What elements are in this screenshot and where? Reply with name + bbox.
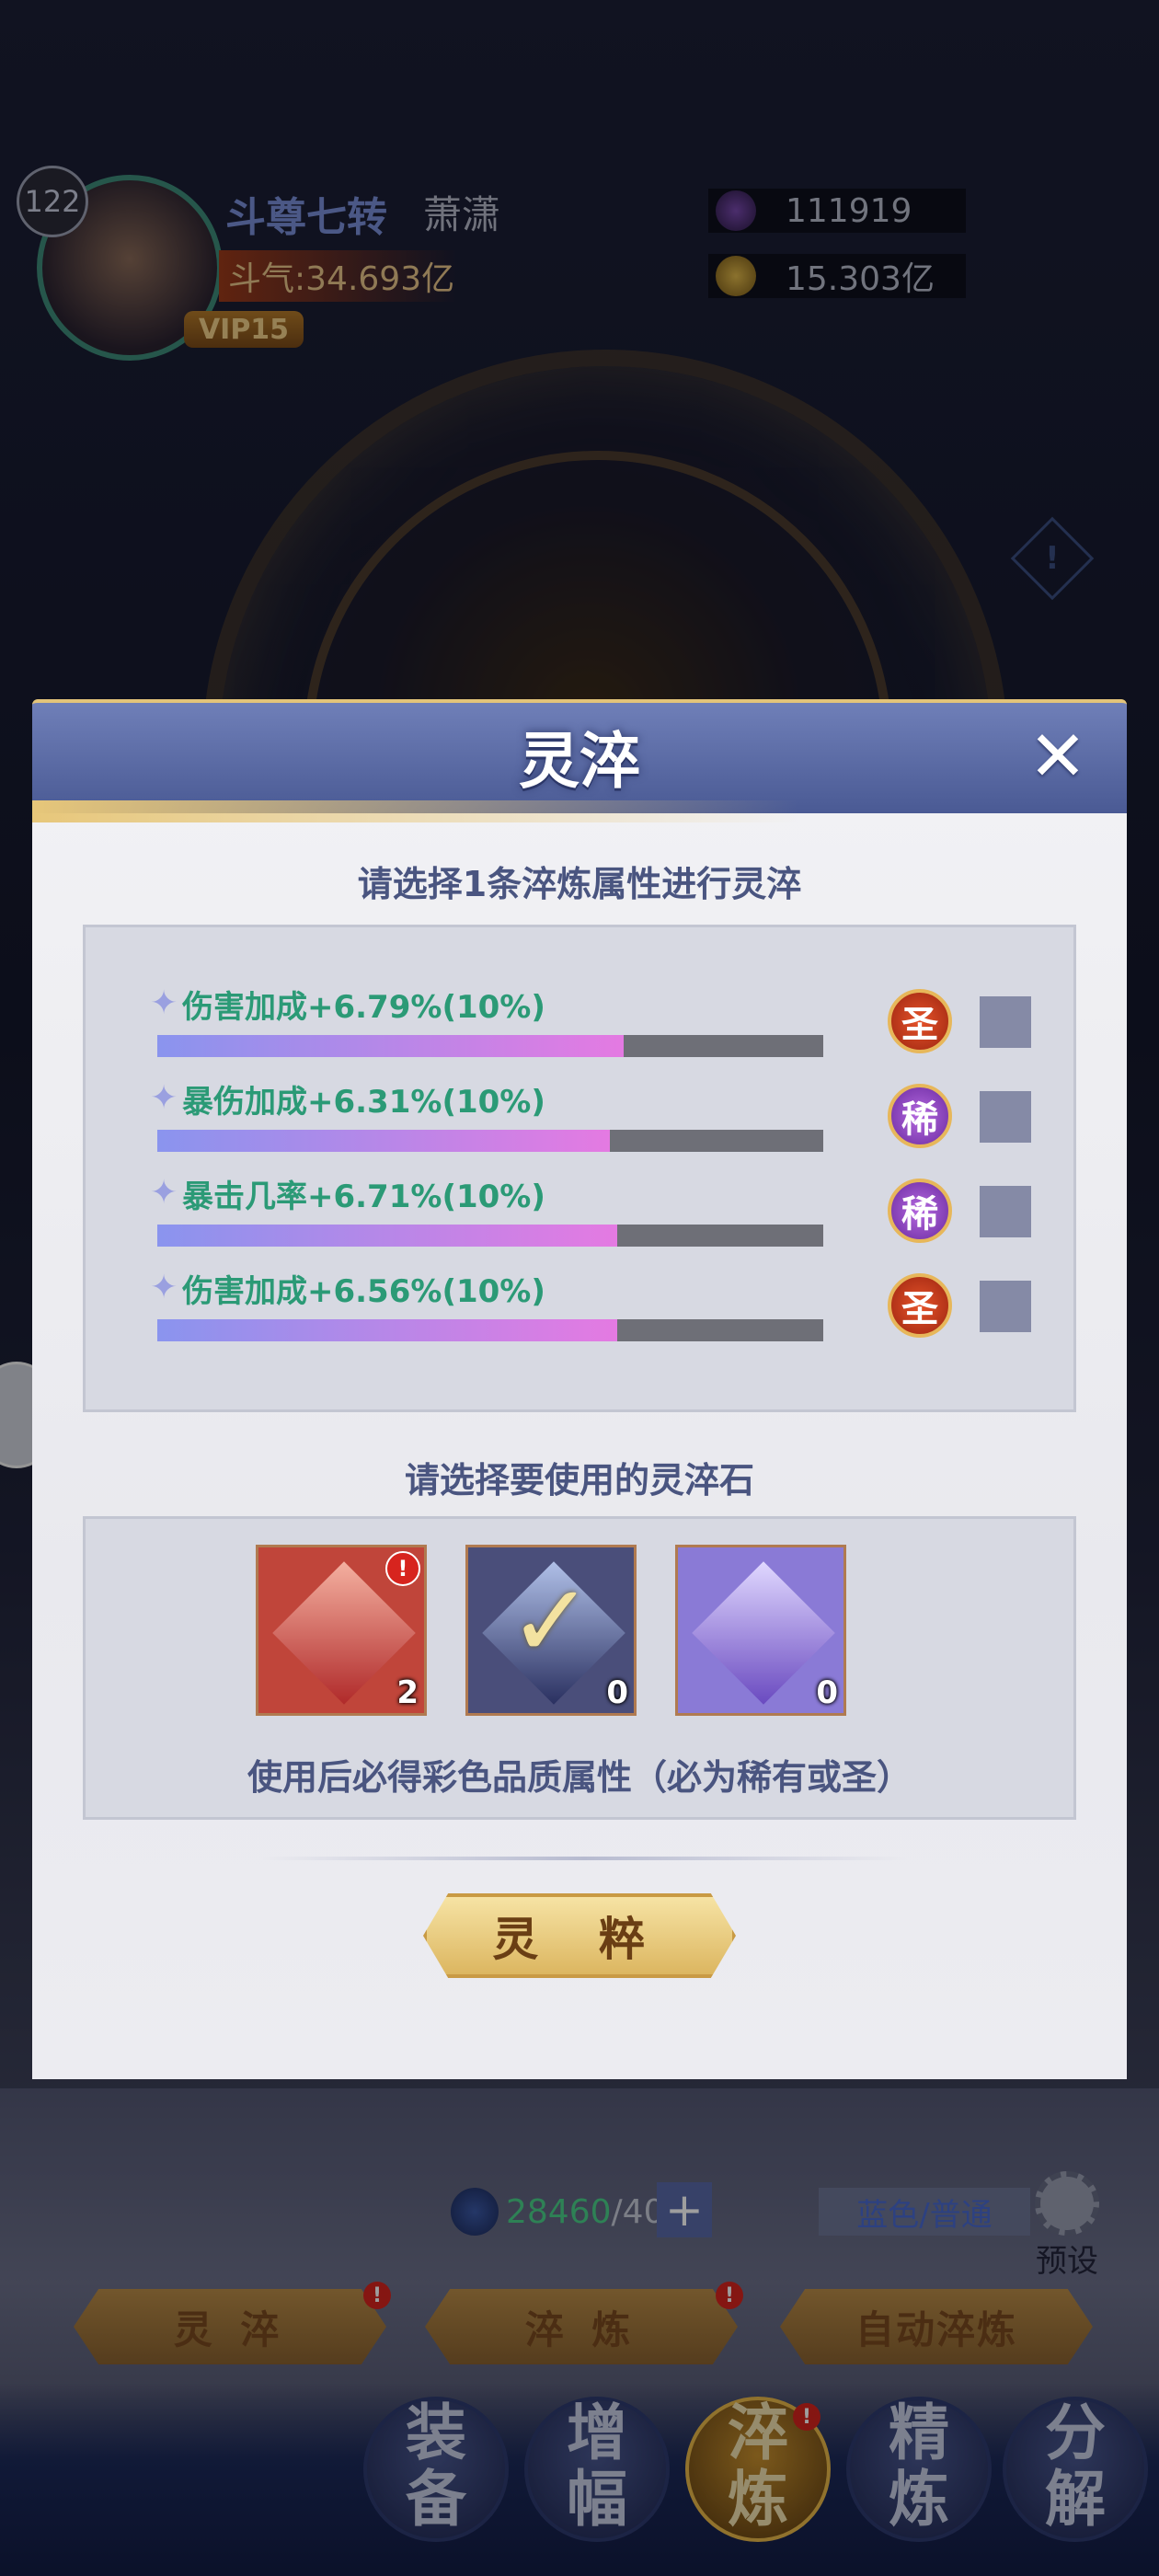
attribute-label: 暴击几率+6.71%(10%)	[182, 1179, 545, 1215]
attribute-progress-bar	[157, 1225, 823, 1247]
sparkle-icon: ✦	[150, 1079, 178, 1117]
sparkle-icon: ✦	[150, 1174, 178, 1212]
attribute-progress-fill	[157, 1035, 624, 1057]
checkmark-icon: ✓	[508, 1562, 594, 1680]
attribute-row[interactable]: ✦ 暴击几率+6.71%(10%) 稀	[141, 1167, 1051, 1250]
lingcui-confirm-button[interactable]: 灵 粹	[423, 1893, 736, 1978]
sparkle-icon: ✦	[150, 1269, 178, 1306]
attribute-progress-fill	[157, 1319, 617, 1341]
attribute-checkbox[interactable]	[980, 1281, 1031, 1332]
attribute-checkbox[interactable]	[980, 1091, 1031, 1143]
stone-description: 使用后必得彩色品质属性（必为稀有或圣）	[247, 1757, 912, 1798]
stone-panel: ! 2 ✓ 0 0 使用后必得彩色品质属性（必为稀有或圣）	[83, 1516, 1076, 1820]
attribute-progress-fill	[157, 1225, 617, 1247]
stone-count: 0	[816, 1674, 838, 1711]
attribute-checkbox[interactable]	[980, 1186, 1031, 1237]
quality-badge: 稀	[888, 1179, 952, 1243]
stone-slot-blue[interactable]: ✓ 0	[465, 1545, 637, 1716]
header-ornament	[32, 800, 1127, 822]
divider	[262, 1857, 906, 1860]
attr-prompt: 请选择1条淬炼属性进行灵淬	[357, 864, 802, 904]
attribute-row[interactable]: ✦ 伤害加成+6.56%(10%) 圣	[141, 1262, 1051, 1345]
attribute-label: 暴伤加成+6.31%(10%)	[182, 1084, 545, 1121]
attribute-progress-bar	[157, 1319, 823, 1341]
stone-count: 2	[396, 1674, 419, 1711]
rainbow-gem-icon	[692, 1561, 835, 1705]
attribute-panel: ✦ 伤害加成+6.79%(10%) 圣 ✦ 暴伤加成+6.31%(10%) 稀 …	[83, 925, 1076, 1412]
quality-badge: 圣	[888, 1273, 952, 1338]
attribute-row[interactable]: ✦ 暴伤加成+6.31%(10%) 稀	[141, 1073, 1051, 1156]
attribute-label: 伤害加成+6.56%(10%)	[182, 1273, 545, 1310]
stone-slot-red[interactable]: ! 2	[256, 1545, 427, 1716]
attribute-label: 伤害加成+6.79%(10%)	[182, 989, 545, 1026]
attribute-progress-fill	[157, 1130, 611, 1152]
dialog-title: 灵淬	[519, 725, 640, 797]
attribute-row[interactable]: ✦ 伤害加成+6.79%(10%) 圣	[141, 978, 1051, 1061]
attribute-checkbox[interactable]	[980, 996, 1031, 1048]
sparkle-icon: ✦	[150, 984, 178, 1022]
quality-badge: 圣	[888, 989, 952, 1053]
stone-slot-rainbow[interactable]: 0	[675, 1545, 846, 1716]
close-button[interactable]: ✕	[1021, 719, 1095, 793]
attribute-progress-bar	[157, 1130, 823, 1152]
lingcui-dialog: 灵淬 ✕ 请选择1条淬炼属性进行灵淬 ✦ 伤害加成+6.79%(10%) 圣 ✦…	[32, 699, 1127, 2079]
alert-dot: !	[385, 1551, 420, 1586]
quality-badge: 稀	[888, 1084, 952, 1148]
stone-prompt: 请选择要使用的灵淬石	[404, 1460, 754, 1501]
attribute-progress-bar	[157, 1035, 823, 1057]
stone-count: 0	[606, 1674, 628, 1711]
